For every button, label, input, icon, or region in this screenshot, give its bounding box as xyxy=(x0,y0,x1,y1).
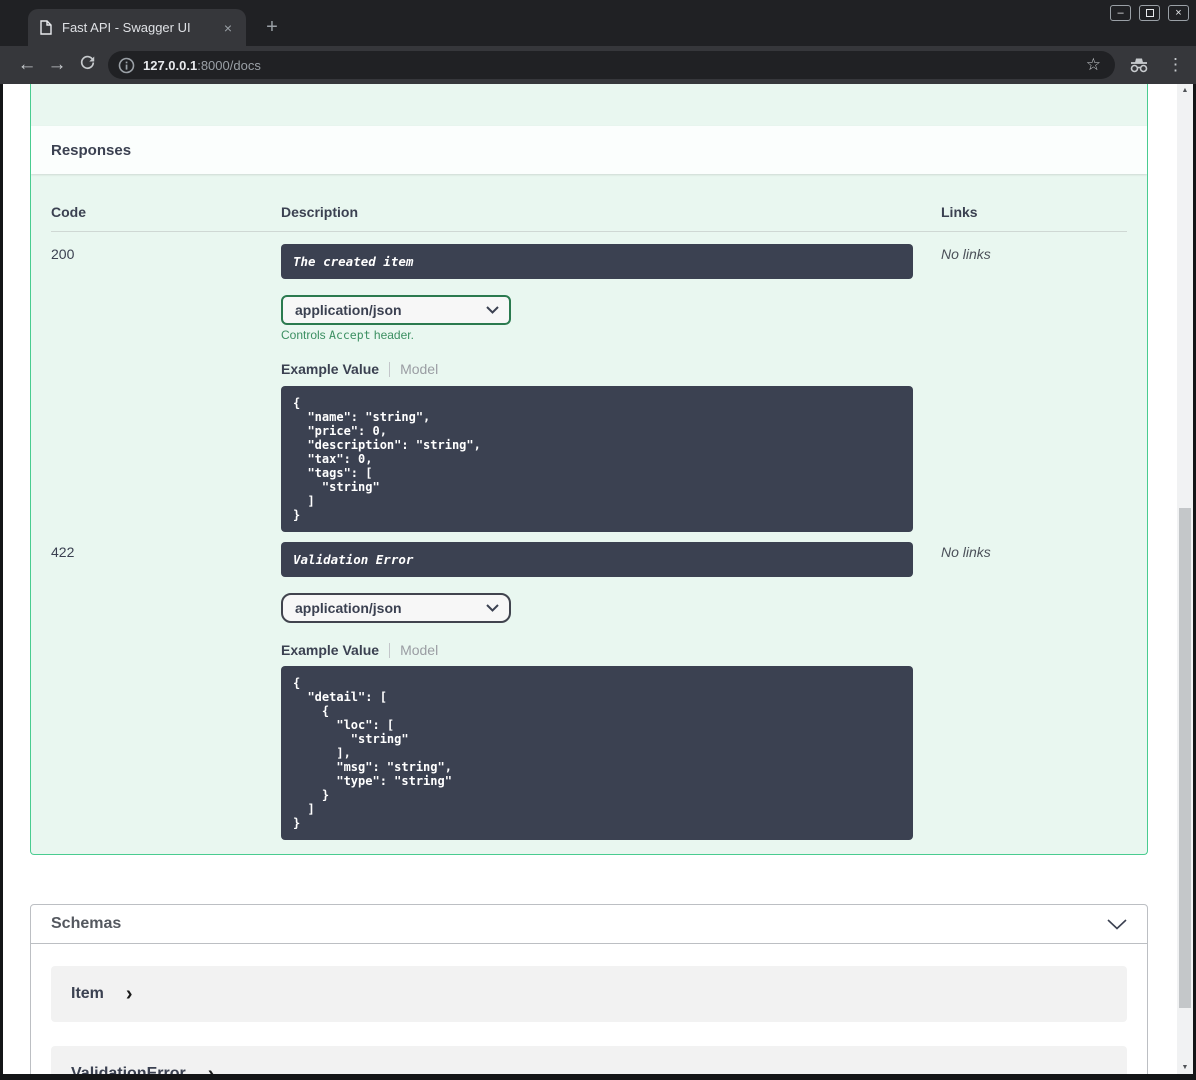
scrollbar-down-arrow[interactable]: ▼ xyxy=(1177,1061,1193,1074)
bookmark-star-icon[interactable]: ☆ xyxy=(1082,55,1105,75)
example-json-422[interactable]: { "detail": [ { "loc": [ "string" ], "ms… xyxy=(281,666,913,840)
chevron-right-icon: › xyxy=(125,983,133,1005)
response-code: 422 xyxy=(51,544,75,560)
responses-title: Responses xyxy=(51,141,132,159)
accept-header-code: Accept xyxy=(329,328,371,342)
schemas-collapse-chevron-icon[interactable] xyxy=(1107,918,1127,930)
close-button[interactable]: × xyxy=(1168,5,1189,21)
browser-menu-icon[interactable]: ⋮ xyxy=(1167,55,1184,75)
col-links: Links xyxy=(941,204,978,220)
url-host: 127.0.0.1 xyxy=(143,57,198,73)
minimize-button[interactable]: – xyxy=(1110,5,1131,21)
col-description: Description xyxy=(281,204,359,220)
post-opblock: Responses Code Description Links 200 The… xyxy=(30,84,1148,855)
address-bar[interactable]: 127.0.0.1:8000/docs ☆ xyxy=(108,51,1115,79)
responses-section-header: Responses xyxy=(31,126,1147,174)
tab-divider xyxy=(389,642,391,658)
reload-button[interactable] xyxy=(72,54,102,77)
example-json-200[interactable]: { "name": "string", "price": 0, "descrip… xyxy=(281,386,913,532)
forward-button[interactable]: → xyxy=(42,54,72,76)
response-description-cell: The created item application/json Contro… xyxy=(281,244,941,532)
page-viewport: Responses Code Description Links 200 The… xyxy=(3,84,1193,1074)
response-row-200: 200 The created item application/json Co… xyxy=(51,232,1127,532)
response-code: 200 xyxy=(51,246,75,262)
response-description: The created item xyxy=(281,244,913,279)
browser-tab-active[interactable]: Fast API - Swagger UI × xyxy=(28,9,246,46)
schema-validationerror-row[interactable]: ValidationError › xyxy=(51,1046,1127,1074)
media-type-select-422[interactable]: application/json xyxy=(281,593,511,623)
browser-titlebar: Fast API - Swagger UI × + – × xyxy=(0,0,1196,46)
example-model-tabs: Example Value Model xyxy=(281,361,941,377)
site-info-icon[interactable] xyxy=(118,57,135,74)
chevron-down-icon xyxy=(486,604,499,612)
responses-table-header: Code Description Links xyxy=(51,204,1127,232)
schemas-section: Schemas Item › ValidationError › xyxy=(30,904,1148,1074)
tab-example-value[interactable]: Example Value xyxy=(281,642,379,658)
incognito-icon xyxy=(1130,58,1148,73)
tab-close-icon[interactable]: × xyxy=(220,20,236,36)
back-button[interactable]: ← xyxy=(12,54,42,76)
response-description-cell: Validation Error application/json Exampl… xyxy=(281,542,941,840)
schema-item-label: Item xyxy=(71,985,104,1002)
tab-example-value[interactable]: Example Value xyxy=(281,361,379,377)
url-text[interactable]: 127.0.0.1:8000/docs xyxy=(143,58,1082,73)
maximize-button[interactable] xyxy=(1139,5,1160,21)
toolbar-right: ⋮ xyxy=(1127,55,1184,75)
new-tab-button[interactable]: + xyxy=(258,13,286,41)
response-description: Validation Error xyxy=(281,542,913,577)
responses-table: Code Description Links 200 The created i… xyxy=(31,204,1147,840)
swagger-content: Responses Code Description Links 200 The… xyxy=(30,84,1148,1074)
tab-model[interactable]: Model xyxy=(400,361,438,377)
chevron-down-icon xyxy=(486,306,499,314)
response-links: No links xyxy=(941,246,991,262)
schemas-title: Schemas xyxy=(51,915,122,932)
chevron-right-icon: › xyxy=(207,1063,215,1074)
url-path: :8000/docs xyxy=(197,57,261,73)
example-model-tabs: Example Value Model xyxy=(281,642,941,658)
scrollbar-thumb[interactable] xyxy=(1179,508,1191,1008)
media-type-select-200[interactable]: application/json xyxy=(281,295,511,325)
browser-toolbar: ← → 127.0.0.1:8000/docs ☆ ⋮ xyxy=(0,46,1196,84)
tab-divider xyxy=(389,361,391,377)
response-links: No links xyxy=(941,544,991,560)
schemas-header[interactable]: Schemas xyxy=(31,905,1147,944)
response-row-422: 422 Validation Error application/json Ex… xyxy=(51,542,1127,840)
media-type-value: application/json xyxy=(295,302,402,318)
controls-accept-note: Controls Accept header. xyxy=(281,328,414,342)
media-type-value: application/json xyxy=(295,600,402,616)
schema-item-row[interactable]: Item › xyxy=(51,966,1127,1022)
maximize-icon xyxy=(1145,9,1154,17)
opblock-spacer xyxy=(31,84,1147,126)
scrollbar-up-arrow[interactable]: ▲ xyxy=(1177,84,1193,97)
tab-model[interactable]: Model xyxy=(400,642,438,658)
window-controls: – × xyxy=(1110,5,1189,21)
tab-title: Fast API - Swagger UI xyxy=(62,20,191,35)
reload-icon xyxy=(80,55,94,69)
col-code: Code xyxy=(51,204,86,220)
page-favicon-icon xyxy=(40,20,52,35)
schema-validationerror-label: ValidationError xyxy=(71,1065,186,1074)
vertical-scrollbar[interactable]: ▲ ▼ xyxy=(1177,84,1193,1074)
